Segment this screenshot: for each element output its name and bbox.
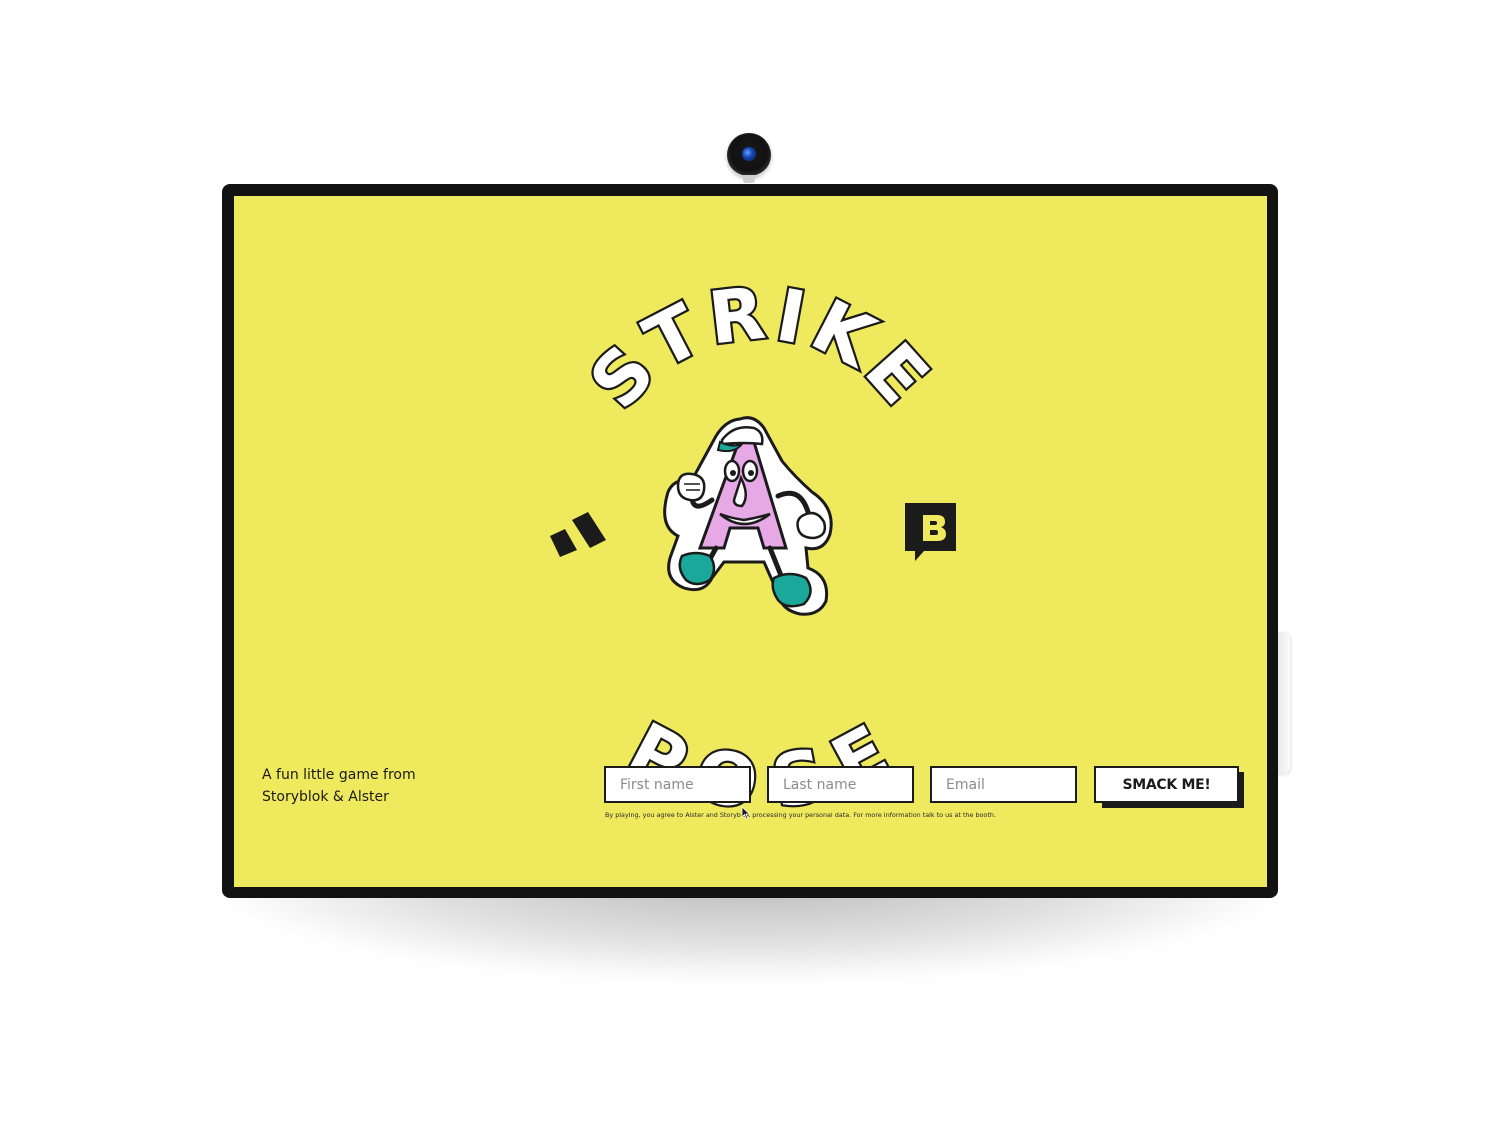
mouse-cursor-icon bbox=[741, 806, 751, 820]
last-name-input[interactable] bbox=[767, 766, 914, 803]
consent-text: By playing, you agree to Alster and Stor… bbox=[605, 811, 996, 819]
smack-me-button[interactable]: SMACK ME! bbox=[1094, 766, 1239, 803]
webcam-icon bbox=[727, 133, 771, 183]
first-name-input[interactable] bbox=[604, 766, 751, 803]
storyblok-logo-icon bbox=[905, 503, 956, 561]
intro-line-2: Storyblok & Alster bbox=[262, 789, 389, 805]
device-mockup: STRIKE POSE bbox=[0, 0, 1500, 1125]
game-screen: STRIKE POSE bbox=[234, 196, 1267, 887]
display-side-button bbox=[1276, 632, 1290, 774]
email-input[interactable] bbox=[930, 766, 1077, 803]
letter-a-mascot-icon bbox=[663, 416, 833, 616]
intro-line-1: A fun little game from bbox=[262, 767, 416, 783]
intro-text: A fun little game from Storyblok & Alste… bbox=[262, 764, 482, 808]
submit-button-wrapper: SMACK ME! bbox=[1094, 766, 1246, 808]
display-bezel: STRIKE POSE bbox=[222, 184, 1278, 898]
logo-word-strike: STRIKE bbox=[574, 270, 949, 424]
alster-logo-icon bbox=[550, 512, 606, 557]
